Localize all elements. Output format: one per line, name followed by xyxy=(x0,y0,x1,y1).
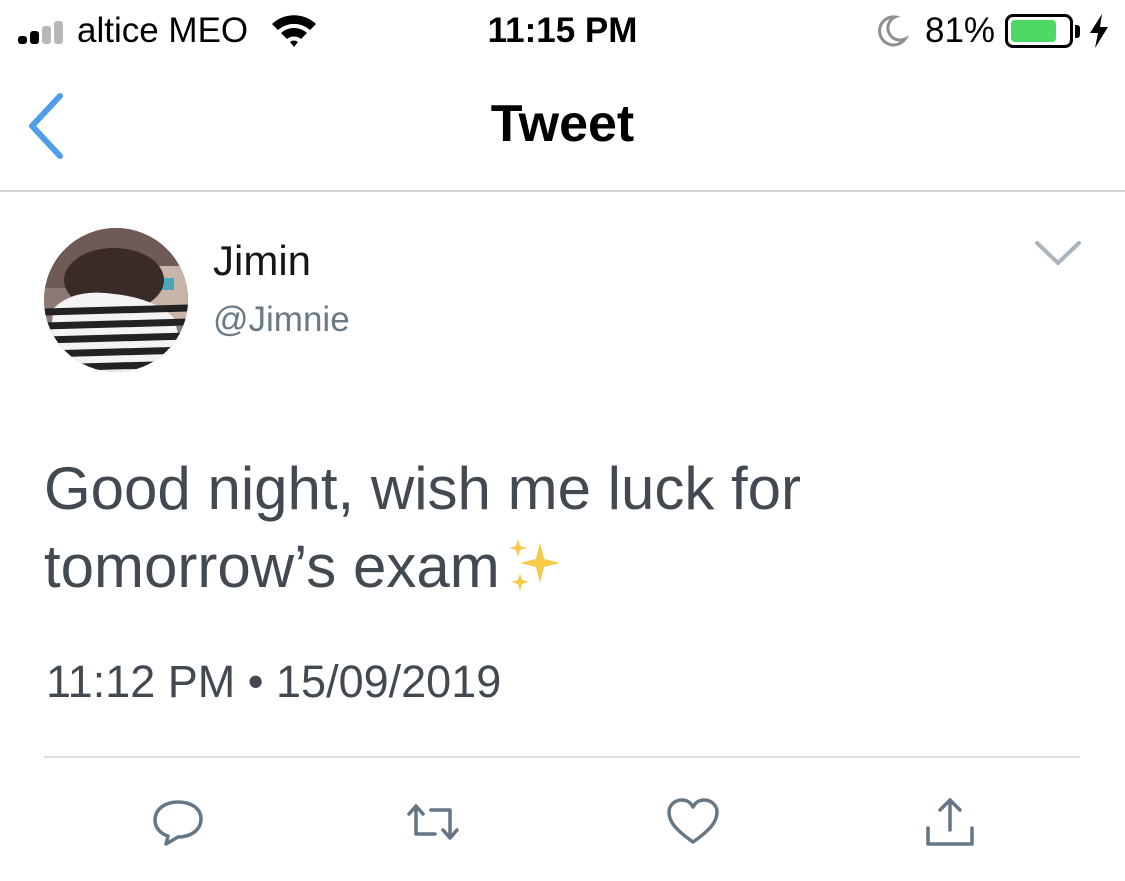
avatar-photo xyxy=(44,228,188,372)
tweet-text: Good night, wish me luck for tomorrow’s … xyxy=(44,450,1084,606)
author-name[interactable]: Jimin xyxy=(213,235,311,287)
charging-bolt-icon xyxy=(1090,14,1108,48)
retweet-icon[interactable] xyxy=(405,796,461,848)
avatar[interactable] xyxy=(44,228,188,372)
battery-level-fill xyxy=(1011,20,1057,42)
navigation-bar: Tweet xyxy=(0,62,1125,192)
moon-icon xyxy=(878,15,909,47)
sparkles-emoji xyxy=(508,539,560,591)
tweet-text-content: Good night, wish me luck for tomorrow’s … xyxy=(44,455,802,600)
heart-icon[interactable] xyxy=(665,796,721,848)
battery-icon xyxy=(1005,14,1073,48)
tweet-timestamp: 11:12 PM • 15/09/2019 xyxy=(46,656,502,707)
reply-icon[interactable] xyxy=(150,796,206,848)
chevron-down-icon[interactable] xyxy=(1033,235,1083,271)
battery-percentage: 81% xyxy=(925,11,996,50)
battery-tip xyxy=(1075,25,1080,38)
status-bar: altice MEO 11:15 PM 81% xyxy=(0,0,1125,62)
tweet-detail-screen: altice MEO 11:15 PM 81% Tweet Jimin @Jim… xyxy=(0,0,1125,881)
share-icon[interactable] xyxy=(922,796,978,848)
author-handle[interactable]: @Jimnie xyxy=(213,298,350,342)
page-title: Tweet xyxy=(490,95,635,153)
divider xyxy=(44,756,1080,758)
